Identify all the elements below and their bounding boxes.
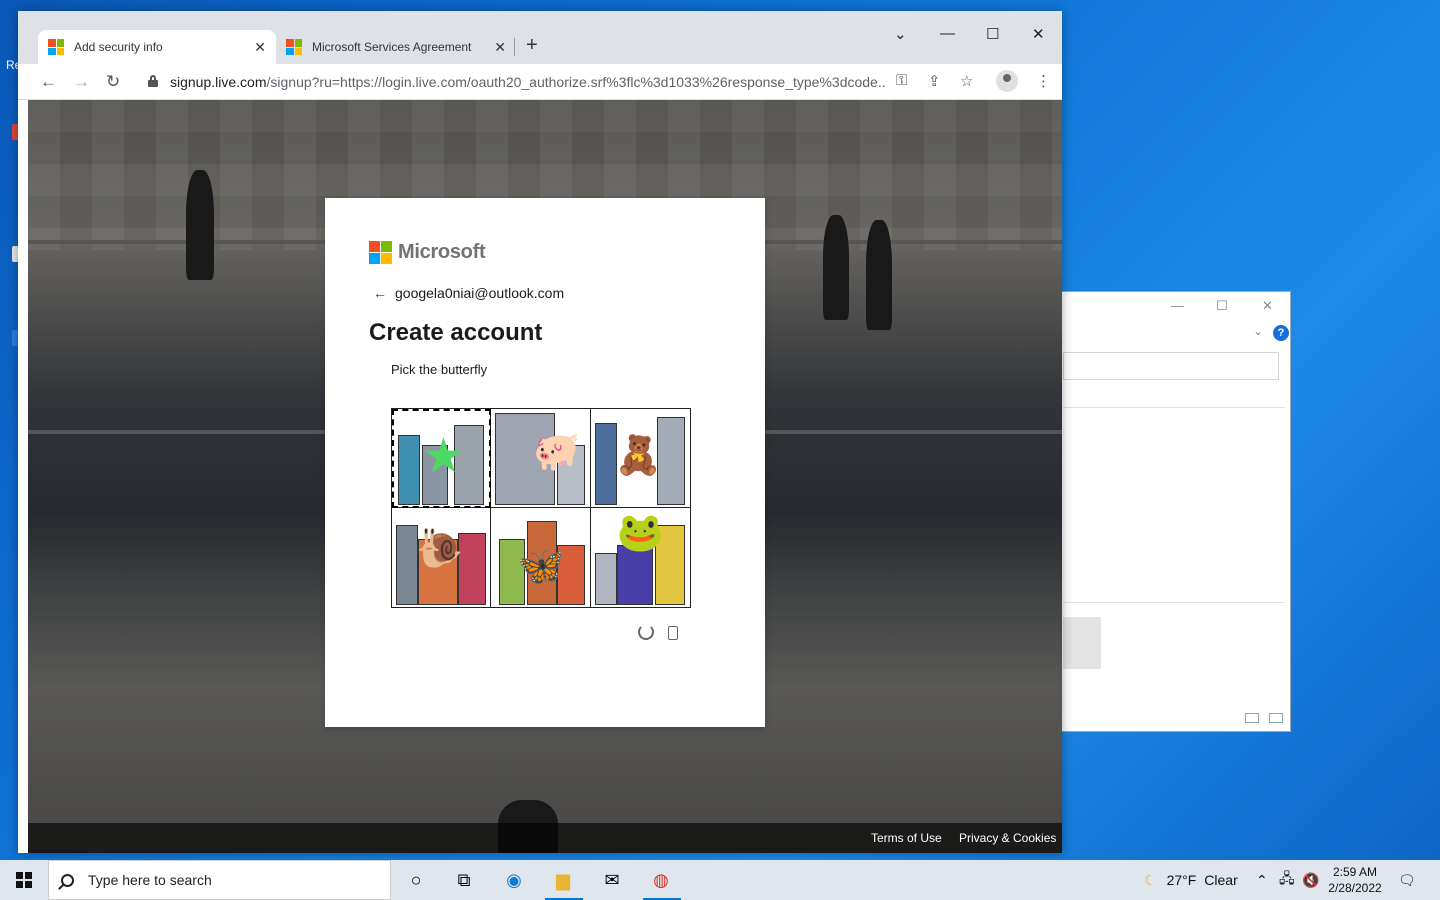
microsoft-logo: Microsoft: [369, 241, 486, 264]
cortana-icon[interactable]: ○: [402, 866, 430, 894]
browser-window: Add security info ✕ Microsoft Services A…: [18, 11, 1062, 853]
tab-add-security-info[interactable]: Add security info ✕: [38, 30, 276, 64]
close-tab-icon[interactable]: ✕: [254, 39, 266, 56]
edge-browser-icon[interactable]: ◉: [500, 866, 528, 894]
url-host: signup.live.com: [170, 74, 267, 90]
microsoft-logo-icon: [369, 241, 392, 264]
back-icon[interactable]: ←: [40, 72, 57, 92]
system-clock[interactable]: 2:59 AM 2/28/2022: [1320, 864, 1390, 896]
captcha-tile-snail[interactable]: 🐌: [392, 508, 492, 607]
address-field[interactable]: [1063, 352, 1279, 380]
help-icon[interactable]: ?: [1273, 325, 1289, 341]
task-view-icon[interactable]: ⧉: [450, 866, 478, 894]
close-window-icon[interactable]: ✕: [1032, 25, 1045, 43]
lock-icon[interactable]: [148, 75, 158, 87]
account-email: googela0niai@outlook.com: [395, 285, 565, 301]
captcha-refresh-icon[interactable]: [638, 624, 654, 640]
address-bar[interactable]: signup.live.com/signup?ru=https://login.…: [170, 74, 886, 90]
terms-of-use-link[interactable]: Terms of Use: [871, 831, 942, 845]
captcha-tile-toy[interactable]: 🧸: [590, 409, 690, 508]
page-footer: Terms of Use Privacy & Cookies: [28, 823, 1062, 853]
forward-icon[interactable]: →: [73, 72, 90, 92]
pig-icon: 🐖: [533, 431, 581, 473]
chrome-icon[interactable]: ◍: [647, 866, 675, 894]
captcha-tile-pig[interactable]: 🐖: [491, 409, 591, 508]
taskbar: Type here to search ○ ⧉ ◉ ▆ ✉ ◍ ☾ 27°F C…: [0, 860, 1440, 900]
divider: [1063, 602, 1285, 603]
taskbar-search[interactable]: Type here to search: [48, 860, 391, 900]
captcha-tile-frog[interactable]: 🐸: [590, 508, 690, 607]
network-icon[interactable]: 🖧: [1279, 860, 1295, 900]
new-tab-icon[interactable]: +: [526, 34, 538, 57]
weather-widget[interactable]: ☾ 27°F Clear: [1144, 860, 1238, 900]
snail-icon: 🐌: [416, 528, 464, 570]
bookmark-star-icon[interactable]: ☆: [960, 72, 973, 90]
signup-card: Microsoft ← googela0niai@outlook.com Cre…: [325, 198, 765, 727]
microsoft-favicon-icon: [286, 39, 302, 55]
divider: [1063, 407, 1285, 408]
key-icon[interactable]: ⚿: [896, 72, 907, 89]
clock-time: 2:59 AM: [1332, 865, 1378, 879]
search-placeholder: Type here to search: [88, 872, 212, 888]
desktop-edge: Re: [0, 0, 21, 860]
moon-icon: ☾: [1144, 871, 1157, 888]
captcha-audio-icon[interactable]: [668, 626, 678, 640]
url-path: /signup?ru=https://login.live.com/oauth2…: [266, 74, 887, 90]
tab-title: Add security info: [74, 40, 163, 54]
identity-banner[interactable]: ← googela0niai@outlook.com: [373, 285, 564, 301]
volume-muted-icon[interactable]: 🔇: [1302, 860, 1319, 900]
maximize-icon[interactable]: ☐: [1216, 298, 1228, 314]
share-icon[interactable]: ⇪: [928, 72, 941, 90]
mail-icon[interactable]: ✉: [598, 866, 626, 894]
microsoft-favicon-icon: [48, 39, 64, 55]
starfish-icon: ★: [422, 430, 466, 483]
chevron-down-icon[interactable]: ⌄: [1253, 324, 1263, 338]
minimize-icon[interactable]: —: [1171, 298, 1184, 313]
close-tab-icon[interactable]: ✕: [494, 39, 506, 56]
weather-desc: Clear: [1204, 872, 1238, 888]
close-icon[interactable]: ✕: [1262, 298, 1273, 314]
captcha-instruction: Pick the butterfly: [391, 362, 488, 377]
profile-avatar[interactable]: [996, 70, 1018, 92]
toy-icon: 🧸: [614, 435, 662, 477]
background-window[interactable]: — ☐ ✕ ⌄ ?: [1058, 291, 1291, 732]
file-explorer-icon[interactable]: ▆: [549, 866, 577, 894]
search-icon: [61, 873, 74, 887]
maximize-icon[interactable]: ☐: [986, 25, 999, 43]
captcha-grid: ★ 🐖 🧸 🐌 🦋 🐸: [391, 408, 691, 608]
brand-name: Microsoft: [398, 241, 486, 263]
minimize-icon[interactable]: —: [940, 25, 955, 42]
captcha-tile-starfish[interactable]: ★: [392, 409, 492, 508]
reload-icon[interactable]: ↻: [106, 72, 120, 92]
captcha-tile-butterfly[interactable]: 🦋: [491, 508, 591, 607]
tab-separator: [514, 38, 515, 56]
details-view-icon[interactable]: [1245, 713, 1259, 723]
clock-date: 2/28/2022: [1328, 881, 1382, 895]
back-arrow-icon[interactable]: ←: [373, 285, 387, 301]
frog-icon: 🐸: [616, 512, 664, 554]
tab-strip: Add security info ✕ Microsoft Services A…: [18, 11, 1062, 64]
show-hidden-icons-icon[interactable]: ⌃: [1256, 860, 1268, 900]
large-icons-view-icon[interactable]: [1269, 713, 1283, 723]
weather-temp: 27°F: [1166, 872, 1197, 888]
notifications-icon[interactable]: 🗨: [1398, 860, 1416, 900]
tab-search-icon[interactable]: ⌄: [894, 25, 907, 43]
tab-microsoft-services-agreement[interactable]: Microsoft Services Agreement ✕: [276, 30, 516, 64]
windows-start-icon[interactable]: [16, 872, 32, 888]
privacy-cookies-link[interactable]: Privacy & Cookies: [959, 831, 1056, 845]
butterfly-icon: 🦋: [517, 546, 565, 588]
page-viewport: Microsoft ← googela0niai@outlook.com Cre…: [28, 100, 1062, 853]
tab-title: Microsoft Services Agreement: [312, 40, 472, 54]
panel-block: [1063, 617, 1101, 669]
page-title: Create account: [369, 319, 543, 346]
browser-toolbar: ← → ↻ signup.live.com/signup?ru=https://…: [18, 64, 1062, 100]
menu-kebab-icon[interactable]: ⋮: [1036, 72, 1051, 90]
